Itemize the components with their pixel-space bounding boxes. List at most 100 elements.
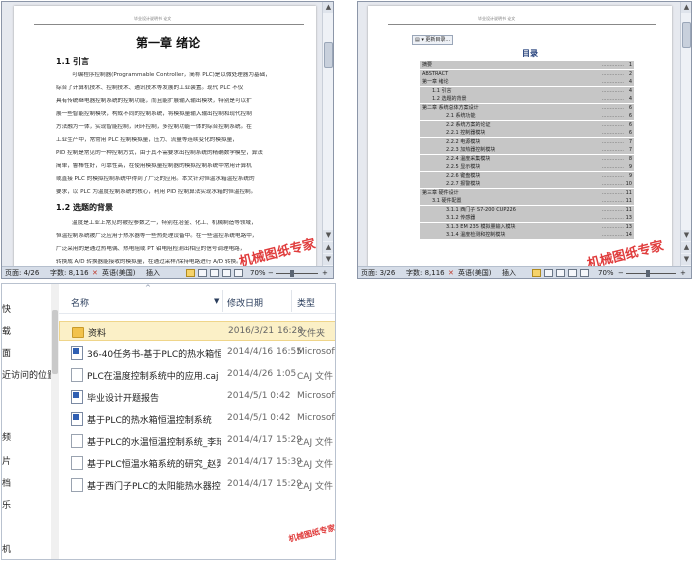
column-header-name[interactable]: 名称 (71, 296, 89, 309)
right-word-window: 毕业设计说明书 论文 ▤ ▾ 更新目录... 目录 摘要............… (357, 1, 692, 279)
file-row[interactable]: 基于PLC的热水箱恒温控制系统 2014/5/1 0:42 Microsoft W (59, 409, 335, 429)
toc-entry[interactable]: 3.1.2 传感器.............. 13 (420, 214, 634, 222)
toc-entry[interactable]: 2.2.7 报警模块.............. 10 (420, 180, 634, 188)
collapse-chevron-icon[interactable]: ^ (145, 284, 151, 292)
update-toc-button[interactable]: ▤ ▾ 更新目录... (412, 35, 454, 45)
toc-entry[interactable]: 2.2 系统方案的论证.............. 6 (420, 120, 634, 129)
page-count[interactable]: 页面: 4/26 (5, 267, 39, 278)
toc-leader-dots: .............. (601, 189, 624, 196)
toc-entry[interactable]: 1.2 选题的背景.............. 4 (420, 95, 634, 103)
nav-item-4[interactable]: 频 (2, 430, 11, 443)
nav-item-1[interactable]: 载 (2, 324, 11, 337)
right-vertical-scrollbar[interactable]: ▲ ▼ ▲ ▼ (680, 2, 691, 266)
print-layout-view-icon[interactable] (532, 269, 541, 277)
spellcheck-icon[interactable]: ✕ (448, 267, 454, 278)
print-layout-view-icon[interactable] (186, 269, 195, 277)
next-page-icon[interactable]: ▼ (323, 254, 333, 265)
web-layout-view-icon[interactable] (210, 269, 219, 277)
toc-entry[interactable]: 2.2.6 键盘模块.............. 9 (420, 171, 634, 180)
zoom-in-icon[interactable]: + (322, 267, 328, 278)
file-row[interactable]: 基于西门子PLC的太阳能热水器控制系统... 2014/4/17 15:29CAJ… (59, 475, 335, 495)
column-header-date[interactable]: 修改日期 (227, 296, 263, 309)
web-layout-view-icon[interactable] (556, 269, 565, 277)
draft-view-icon[interactable] (234, 269, 243, 277)
prev-page-icon[interactable]: ▲ (681, 242, 691, 253)
scroll-up-arrow-icon[interactable]: ▲ (681, 2, 691, 13)
language-label[interactable]: 英语(美国) (458, 267, 491, 278)
nav-item-2[interactable]: 面 (2, 346, 11, 359)
nav-scroll-thumb[interactable] (52, 310, 58, 374)
toc-entry[interactable]: 1.1 引言.............. 4 (420, 86, 634, 95)
toc-entry-label: 1.1 引言 (432, 87, 452, 94)
zoom-out-icon[interactable]: − (268, 267, 274, 278)
nav-item-5[interactable]: 片 (2, 454, 11, 467)
zoom-slider-knob[interactable] (290, 270, 294, 277)
draft-view-icon[interactable] (580, 269, 589, 277)
scroll-thumb[interactable] (324, 42, 333, 68)
page-count[interactable]: 页面: 3/26 (361, 267, 395, 278)
right-document-area[interactable]: 毕业设计说明书 论文 ▤ ▾ 更新目录... 目录 摘要............… (358, 2, 680, 266)
scroll-up-arrow-icon[interactable]: ▲ (323, 2, 333, 13)
toc-entry[interactable]: 3.1.4 温度检测和控制模块.............. 14 (420, 231, 634, 239)
file-row[interactable]: 36-40任务书-基于PLC的热水箱恒温控制... 2014/4/16 16:55… (59, 343, 335, 363)
toc-entry[interactable]: 3.1 硬件配置.............. 11 (420, 197, 634, 205)
toc-entry[interactable]: 2.2.1 控制器模块.............. 6 (420, 129, 634, 137)
outline-view-icon[interactable] (222, 269, 231, 277)
insert-mode-label[interactable]: 插入 (502, 267, 516, 278)
zoom-level[interactable]: 70% (598, 267, 614, 278)
next-page-icon[interactable]: ▼ (681, 254, 691, 265)
file-row[interactable]: 资料 2016/3/21 16:28 文件夹 (59, 321, 335, 341)
toc-entry[interactable]: 2.2.5 显示模块.............. 9 (420, 163, 634, 171)
nav-scrollbar[interactable] (51, 284, 59, 559)
toc-entry[interactable]: 2.2.3 加热器控制模块.............. 7 (420, 146, 634, 154)
column-header-type[interactable]: 类型 (297, 296, 315, 309)
full-screen-view-icon[interactable] (198, 269, 207, 277)
toc-entry[interactable]: 第一章 绪论.............. 4 (420, 78, 634, 86)
column-separator[interactable] (291, 290, 292, 312)
nav-item-6[interactable]: 档 (2, 476, 11, 489)
zoom-slider[interactable] (626, 273, 676, 274)
insert-mode-label[interactable]: 插入 (146, 267, 160, 278)
toc-entry[interactable]: 2.2.4 温度采集模块.............. 8 (420, 154, 634, 163)
file-row[interactable]: 基于PLC恒温水箱系统的研究_赵羿伟.caj 2014/4/17 15:39CAJ… (59, 453, 335, 473)
nav-item-3[interactable]: 近访问的位置 (2, 368, 56, 381)
toc-entry[interactable]: 2.1 系统功能.............. 6 (420, 112, 634, 120)
outline-view-icon[interactable] (568, 269, 577, 277)
scroll-thumb[interactable] (682, 22, 691, 48)
column-separator[interactable] (222, 290, 223, 312)
word-count[interactable]: 字数: 8,116 (406, 267, 445, 278)
prev-page-icon[interactable]: ▲ (323, 242, 333, 253)
zoom-slider[interactable] (276, 273, 318, 274)
toc-entry[interactable]: 第二章 系统总体方案设计.............. 6 (420, 103, 634, 112)
spellcheck-icon[interactable]: ✕ (92, 267, 98, 278)
scroll-down-arrow-icon[interactable]: ▼ (323, 230, 333, 241)
file-list[interactable]: ^ 名称 ▼ 修改日期 类型 资料 2016/3/21 16:28 文件夹 36-40… (59, 284, 335, 559)
sort-dropdown-icon[interactable]: ▼ (214, 297, 219, 305)
file-row[interactable]: 毕业设计开题报告 2014/5/1 0:42 Microsoft W (59, 387, 335, 407)
toc-entry-label: 2.2.4 温度采集模块 (446, 155, 491, 162)
file-row[interactable]: PLC在温度控制系统中的应用.caj 2014/4/26 1:05 CAJ 文件 (59, 365, 335, 385)
toc-entry[interactable]: 摘要.............. 1 (420, 61, 634, 69)
file-row[interactable]: 基于PLC的水温恒温控制系统_李琦.caj 2014/4/17 15:29CAJ … (59, 431, 335, 451)
language-label[interactable]: 英语(美国) (102, 267, 135, 278)
word-count[interactable]: 字数: 8,116 (50, 267, 89, 278)
nav-item-8[interactable]: 机 (2, 542, 11, 555)
toc-entry[interactable]: 3.1.1 西门子 S7-200 CUP226.............. 11 (420, 205, 634, 214)
zoom-slider-knob[interactable] (646, 270, 650, 277)
nav-item-0[interactable]: 快 (2, 302, 11, 315)
left-document-area[interactable]: 毕业设计说明书 论文 第一章 绪论 1.1 引言 可编程序控制器(Program… (2, 2, 322, 266)
left-vertical-scrollbar[interactable]: ▲ ▼ ▲ ▼ (322, 2, 333, 266)
full-screen-view-icon[interactable] (544, 269, 553, 277)
toc-entry-page: 11 (625, 206, 632, 213)
toc-entry[interactable]: 3.1.3 EM 235 模拟量输入模块.............. 13 (420, 222, 634, 231)
toc-entry[interactable]: 第三章 硬件设计.............. 11 (420, 188, 634, 197)
nav-item-7[interactable]: 乐 (2, 498, 11, 511)
file-date: 2014/4/17 15:39 (227, 457, 302, 467)
zoom-level[interactable]: 70% (250, 267, 266, 278)
toc-entry[interactable]: ABSTRACT.............. 2 (420, 69, 634, 78)
scroll-down-arrow-icon[interactable]: ▼ (681, 230, 691, 241)
navigation-pane[interactable]: 快载面近访问的位置频片档乐机 (2, 284, 59, 559)
toc-entry[interactable]: 2.2.2 电源模块.............. 7 (420, 137, 634, 146)
zoom-in-icon[interactable]: + (680, 267, 686, 278)
zoom-out-icon[interactable]: − (618, 267, 624, 278)
